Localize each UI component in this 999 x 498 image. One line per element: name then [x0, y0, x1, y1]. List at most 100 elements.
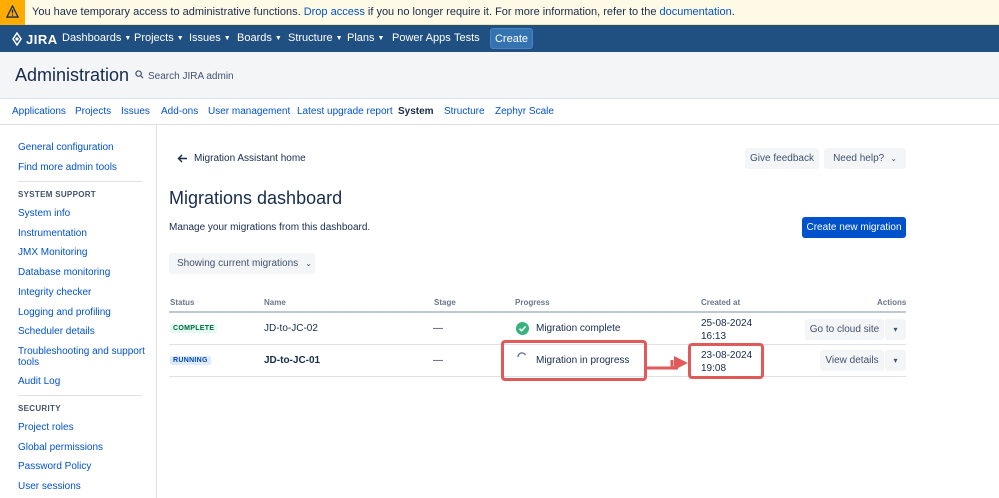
admin-search[interactable]: Search JIRA admin [135, 70, 234, 82]
sidebar-item-integrity-checker[interactable]: Integrity checker [18, 287, 91, 299]
status-badge: COMPLETE [170, 324, 218, 333]
sidebar-item-jmx-monitoring[interactable]: JMX Monitoring [18, 247, 87, 259]
nav-plans[interactable]: Plans ▼ [347, 25, 384, 52]
sidebar-item-user-sessions[interactable]: User sessions [18, 481, 81, 493]
sidebar-heading-security: SECURITY [18, 404, 61, 413]
admin-tabs: Applications Projects Issues Add-ons Use… [0, 99, 999, 125]
tab-system[interactable]: System [398, 106, 434, 117]
status-badge: RUNNING [170, 356, 211, 365]
created-date: 25-08-2024 [701, 318, 753, 329]
banner-text: You have temporary access to administrat… [32, 6, 304, 18]
tab-user-management[interactable]: User management [208, 106, 290, 117]
tab-projects[interactable]: Projects [75, 106, 111, 117]
sidebar-item-scheduler-details[interactable]: Scheduler details [18, 326, 95, 338]
nav-structure[interactable]: Structure ▼ [288, 25, 343, 52]
back-to-migration-home[interactable]: Migration Assistant home [177, 153, 306, 164]
tab-structure[interactable]: Structure [444, 106, 485, 117]
nav-label: Structure [288, 32, 333, 44]
jira-logo[interactable]: JIRA [10, 31, 58, 47]
migration-stage: — [433, 355, 443, 366]
admin-sidebar: General configuration Find more admin to… [0, 125, 157, 498]
nav-issues[interactable]: Issues ▼ [189, 25, 231, 52]
tab-latest-upgrade-report[interactable]: Latest upgrade report [297, 106, 393, 117]
tab-add-ons[interactable]: Add-ons [161, 106, 198, 117]
nav-label: Boards [237, 32, 272, 44]
nav-label: Issues [189, 32, 221, 44]
drop-access-link[interactable]: Drop access [304, 6, 365, 18]
sidebar-item-instrumentation[interactable]: Instrumentation [18, 228, 87, 240]
go-to-cloud-site-button[interactable]: Go to cloud site [805, 319, 884, 340]
sidebar-item-project-roles[interactable]: Project roles [18, 422, 74, 434]
sidebar-item-system-info[interactable]: System info [18, 208, 70, 220]
need-help-button[interactable]: Need help? ⌄ [824, 148, 906, 169]
tab-applications[interactable]: Applications [12, 106, 66, 117]
sidebar-item-find-more-admin-tools[interactable]: Find more admin tools [18, 162, 117, 174]
search-icon [135, 70, 144, 82]
admin-header: Administration Search JIRA admin [0, 52, 999, 99]
chevron-down-icon: ⌄ [305, 259, 312, 268]
give-feedback-button[interactable]: Give feedback [745, 148, 819, 169]
column-header-status: Status [170, 298, 195, 307]
column-header-name: Name [264, 298, 286, 307]
filter-label: Showing current migrations [177, 258, 299, 269]
documentation-link[interactable]: documentation [660, 6, 732, 18]
created-time: 16:13 [701, 331, 727, 342]
column-header-created-at: Created at [701, 298, 741, 307]
search-placeholder: Search JIRA admin [148, 71, 234, 82]
sidebar-item-logging-and-profiling[interactable]: Logging and profiling [18, 307, 111, 319]
chevron-down-icon: ▾ [893, 325, 898, 334]
tab-issues[interactable]: Issues [121, 106, 150, 117]
column-header-stage: Stage [434, 298, 456, 307]
row-actions-dropdown[interactable]: ▾ [885, 319, 906, 340]
migration-stage: — [433, 323, 443, 334]
dashboard-title: Migrations dashboard [169, 188, 343, 208]
sidebar-item-global-permissions[interactable]: Global permissions [18, 442, 103, 454]
warning-icon [0, 0, 25, 25]
dashboard-subtitle: Manage your migrations from this dashboa… [169, 222, 371, 233]
need-help-label: Need help? [833, 153, 885, 164]
tab-zephyr-scale[interactable]: Zephyr Scale [495, 106, 554, 117]
check-circle-icon [516, 322, 529, 338]
caret-down-icon: ▼ [223, 35, 231, 42]
migration-name[interactable]: JD-to-JC-01 [264, 355, 320, 366]
nav-label: Projects [134, 32, 174, 44]
sidebar-item-general-configuration[interactable]: General configuration [18, 142, 114, 154]
create-new-migration-button[interactable]: Create new migration [802, 217, 906, 238]
nav-dashboards[interactable]: Dashboards ▼ [62, 25, 131, 52]
chevron-down-icon: ⌄ [890, 154, 897, 163]
caret-down-icon: ▼ [176, 35, 184, 42]
sidebar-item-troubleshooting-tools[interactable]: tools [18, 357, 39, 369]
caret-down-icon: ▼ [274, 35, 282, 42]
created-at-highlight-box [688, 343, 764, 379]
jira-logo-icon [12, 32, 22, 46]
view-details-button[interactable]: View details [820, 350, 884, 371]
nav-label: Power Apps [392, 32, 451, 44]
banner-text-middle: if you no longer require it. For more in… [364, 6, 660, 18]
sidebar-item-audit-log[interactable]: Audit Log [18, 376, 60, 388]
sidebar-divider [18, 181, 142, 182]
row-actions-dropdown[interactable]: ▾ [885, 350, 906, 371]
sidebar-item-password-policy[interactable]: Password Policy [18, 461, 91, 473]
back-label: Migration Assistant home [194, 153, 306, 164]
create-button[interactable]: Create [490, 28, 533, 49]
caret-down-icon: ▼ [377, 35, 385, 42]
nav-boards[interactable]: Boards ▼ [237, 25, 282, 52]
page-title: Administration [15, 65, 130, 85]
migration-name[interactable]: JD-to-JC-02 [264, 323, 318, 334]
arrow-left-icon [177, 154, 187, 163]
caret-down-icon: ▼ [124, 35, 132, 42]
created-at: 25-08-2024 16:13 [701, 317, 752, 343]
sidebar-item-database-monitoring[interactable]: Database monitoring [18, 267, 110, 279]
sidebar-divider [18, 395, 142, 396]
nav-label: Tests [454, 32, 480, 44]
nav-power-apps[interactable]: Power Apps [392, 25, 451, 52]
jira-logo-text: JIRA [26, 31, 58, 47]
table-header-divider [169, 311, 906, 313]
nav-label: Plans [347, 32, 375, 44]
nav-tests[interactable]: Tests [454, 25, 480, 52]
banner-message: You have temporary access to administrat… [32, 6, 735, 18]
nav-projects[interactable]: Projects ▼ [134, 25, 184, 52]
admin-access-banner: You have temporary access to administrat… [0, 0, 999, 25]
migration-filter-select[interactable]: Showing current migrations ⌄ [169, 253, 315, 274]
column-header-actions: Actions [877, 298, 907, 307]
